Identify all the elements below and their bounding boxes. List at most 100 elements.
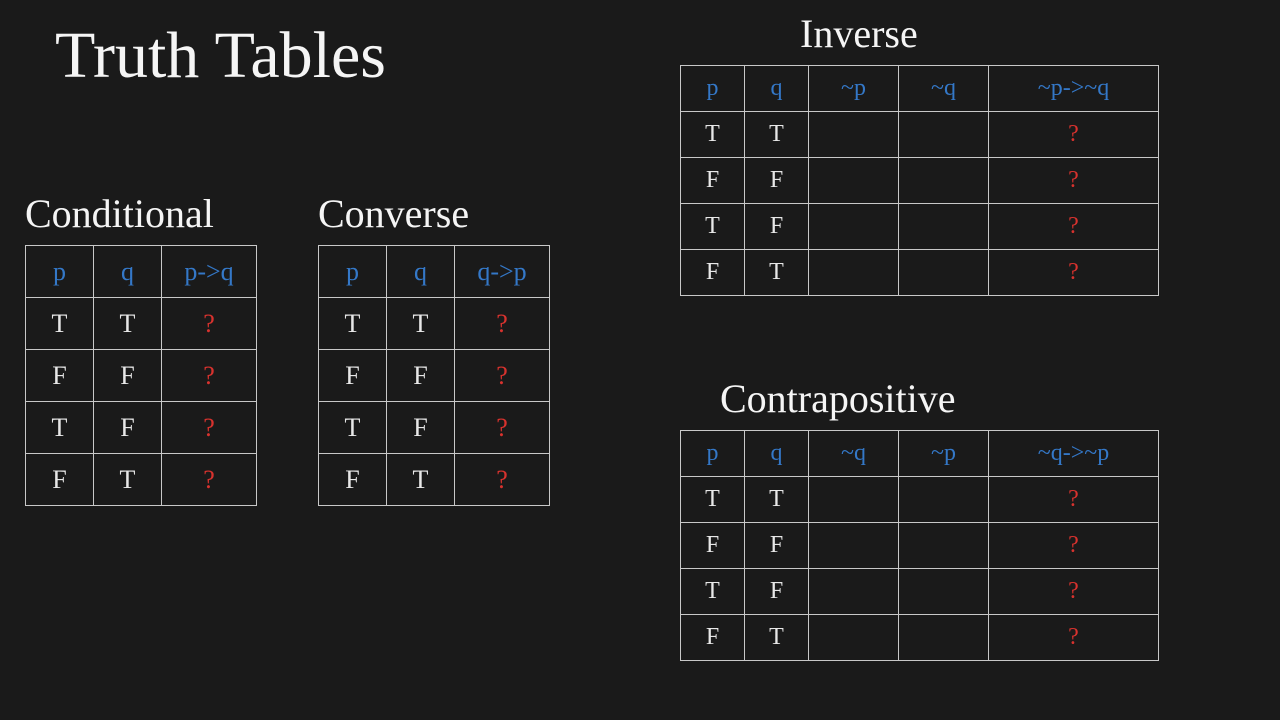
cell-unknown: ? [989, 112, 1159, 158]
cell: F [94, 350, 162, 402]
conditional-table: p q p->q TT? FF? TF? FT? [25, 245, 257, 506]
cell [899, 112, 989, 158]
cell [899, 477, 989, 523]
cell: F [94, 402, 162, 454]
col-result: q->p [455, 246, 550, 298]
col-q: q [94, 246, 162, 298]
contrapositive-section: Contrapositive p q ~q ~p ~q->~p TT? FF? … [680, 375, 1159, 661]
table-row: TT? [681, 477, 1159, 523]
cell [899, 158, 989, 204]
cell-unknown: ? [162, 350, 257, 402]
cell-unknown: ? [989, 250, 1159, 296]
table-row: FT? [26, 454, 257, 506]
cell [809, 523, 899, 569]
cell-unknown: ? [989, 615, 1159, 661]
table-row: FF? [26, 350, 257, 402]
cell: T [681, 204, 745, 250]
cell: F [745, 204, 809, 250]
inverse-title: Inverse [680, 10, 1159, 57]
table-row: TF? [681, 569, 1159, 615]
conditional-section: Conditional p q p->q TT? FF? TF? FT? [25, 190, 257, 506]
cell: F [387, 350, 455, 402]
cell [809, 204, 899, 250]
cell: T [94, 454, 162, 506]
table-row: TF? [26, 402, 257, 454]
cell-unknown: ? [455, 350, 550, 402]
inverse-table: p q ~p ~q ~p->~q TT? FF? TF? FT? [680, 65, 1159, 296]
table-row: TF? [319, 402, 550, 454]
col-q: q [745, 66, 809, 112]
col-result: p->q [162, 246, 257, 298]
cell-unknown: ? [989, 204, 1159, 250]
table-row: FT? [681, 250, 1159, 296]
cell: T [745, 477, 809, 523]
cell [809, 615, 899, 661]
cell-unknown: ? [162, 402, 257, 454]
cell: F [26, 454, 94, 506]
cell [809, 112, 899, 158]
col-notq: ~q [899, 66, 989, 112]
cell: T [681, 477, 745, 523]
table-row: TT? [319, 298, 550, 350]
cell: T [745, 615, 809, 661]
cell: T [94, 298, 162, 350]
cell: F [26, 350, 94, 402]
contrapositive-title: Contrapositive [680, 375, 1159, 422]
cell [809, 158, 899, 204]
table-row: FT? [319, 454, 550, 506]
col-p: p [681, 431, 745, 477]
cell: T [745, 112, 809, 158]
cell-unknown: ? [989, 158, 1159, 204]
cell-unknown: ? [989, 569, 1159, 615]
table-header-row: p q ~q ~p ~q->~p [681, 431, 1159, 477]
contrapositive-table: p q ~q ~p ~q->~p TT? FF? TF? FT? [680, 430, 1159, 661]
converse-table: p q q->p TT? FF? TF? FT? [318, 245, 550, 506]
cell [809, 477, 899, 523]
cell: T [319, 402, 387, 454]
cell: F [387, 402, 455, 454]
table-header-row: p q p->q [26, 246, 257, 298]
cell-unknown: ? [455, 298, 550, 350]
table-header-row: p q q->p [319, 246, 550, 298]
cell: T [26, 298, 94, 350]
page-title: Truth Tables [55, 18, 386, 94]
cell-unknown: ? [162, 454, 257, 506]
col-q: q [387, 246, 455, 298]
cell: F [319, 454, 387, 506]
col-p: p [26, 246, 94, 298]
cell-unknown: ? [162, 298, 257, 350]
col-q: q [745, 431, 809, 477]
cell [809, 250, 899, 296]
table-header-row: p q ~p ~q ~p->~q [681, 66, 1159, 112]
table-row: TF? [681, 204, 1159, 250]
cell [899, 204, 989, 250]
cell: F [319, 350, 387, 402]
table-row: FT? [681, 615, 1159, 661]
cell: T [387, 298, 455, 350]
table-row: TT? [26, 298, 257, 350]
cell: T [387, 454, 455, 506]
cell: T [319, 298, 387, 350]
col-result: ~q->~p [989, 431, 1159, 477]
converse-section: Converse p q q->p TT? FF? TF? FT? [318, 190, 550, 506]
converse-title: Converse [318, 190, 550, 237]
cell: F [745, 523, 809, 569]
col-notq: ~q [809, 431, 899, 477]
conditional-title: Conditional [25, 190, 257, 237]
cell [899, 523, 989, 569]
cell: T [681, 569, 745, 615]
cell [899, 250, 989, 296]
cell-unknown: ? [989, 523, 1159, 569]
table-row: FF? [319, 350, 550, 402]
inverse-section: Inverse p q ~p ~q ~p->~q TT? FF? TF? FT? [680, 10, 1159, 296]
cell: F [681, 615, 745, 661]
cell: T [681, 112, 745, 158]
cell: F [681, 523, 745, 569]
cell-unknown: ? [989, 477, 1159, 523]
cell [899, 569, 989, 615]
table-row: FF? [681, 158, 1159, 204]
cell-unknown: ? [455, 402, 550, 454]
col-notp: ~p [809, 66, 899, 112]
cell: F [681, 158, 745, 204]
cell: F [745, 158, 809, 204]
